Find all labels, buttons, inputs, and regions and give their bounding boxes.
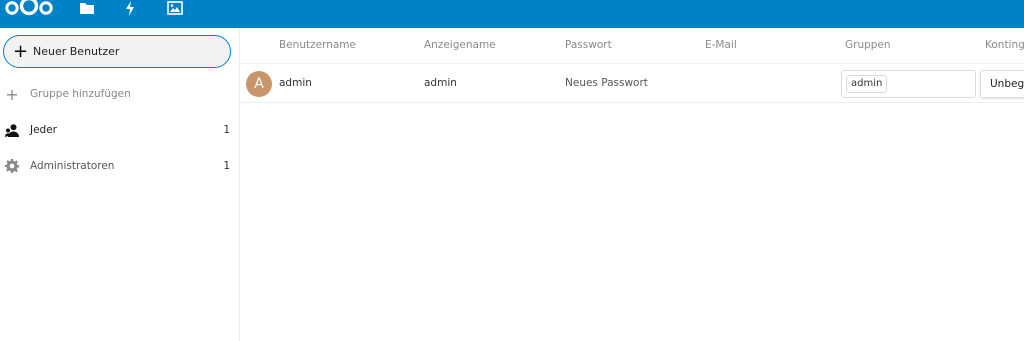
table-header: Benutzername Anzeigename Passwort E-Mail… <box>241 28 1024 64</box>
displayname-field[interactable]: admin <box>424 77 457 89</box>
plus-icon: + <box>13 40 29 62</box>
add-group-label: Gruppe hinzufügen <box>30 88 131 100</box>
files-icon[interactable] <box>78 0 96 16</box>
column-header-displayname: Anzeigename <box>424 39 496 51</box>
column-header-quota: Kontingent <box>985 39 1024 51</box>
admin-gear-icon <box>5 159 19 173</box>
groups-select[interactable]: admin <box>841 70 976 98</box>
group-count: 1 <box>223 124 230 136</box>
group-tag[interactable]: admin <box>846 75 888 93</box>
avatar: A <box>246 71 272 97</box>
user-list: Benutzername Anzeigename Passwort E-Mail… <box>241 28 1024 341</box>
group-count: 1 <box>223 160 230 172</box>
everyone-icon <box>5 123 19 137</box>
column-header-username: Benutzername <box>279 39 356 51</box>
username-cell: admin <box>279 77 312 89</box>
sidebar-item-label: Jeder <box>30 124 57 136</box>
nextcloud-logo[interactable] <box>3 0 55 18</box>
table-row: A admin admin Neues Passwort admin Unbeg… <box>241 65 1024 103</box>
sidebar-item-everyone[interactable]: Jeder 1 <box>0 115 240 145</box>
app-navigation: + Neuer Benutzer + Gruppe hinzufügen Jed… <box>0 28 240 341</box>
password-field[interactable]: Neues Passwort <box>565 77 648 89</box>
gallery-icon[interactable] <box>166 0 184 16</box>
activity-icon[interactable] <box>121 0 139 16</box>
plus-icon: + <box>5 84 19 104</box>
new-user-label: Neuer Benutzer <box>33 45 120 58</box>
sidebar-item-admins[interactable]: Administratoren 1 <box>0 151 240 181</box>
column-header-password: Passwort <box>565 39 612 51</box>
add-group-item[interactable]: + Gruppe hinzufügen <box>0 79 240 109</box>
quota-select[interactable]: Unbegrenzt <box>980 70 1024 98</box>
column-header-email: E-Mail <box>705 39 737 51</box>
column-header-groups: Gruppen <box>845 39 891 51</box>
top-header <box>0 0 1024 28</box>
new-user-button[interactable]: + Neuer Benutzer <box>3 35 231 68</box>
sidebar-item-label: Administratoren <box>30 160 115 172</box>
